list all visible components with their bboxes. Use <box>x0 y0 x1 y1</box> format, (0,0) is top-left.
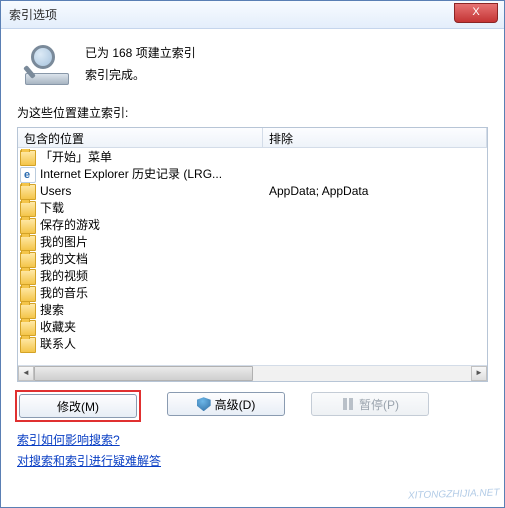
scroll-track[interactable] <box>34 366 471 381</box>
status-line1: 已为 168 项建立索引 <box>85 43 196 65</box>
close-icon: X <box>472 6 479 18</box>
list-item[interactable]: 收藏夹 <box>20 319 485 336</box>
folder-icon <box>20 184 36 200</box>
item-name: 收藏夹 <box>40 319 76 336</box>
button-row: 修改(M) 高级(D) 暂停(P) <box>17 392 488 422</box>
status-row: 已为 168 项建立索引 索引完成。 <box>17 41 488 86</box>
list-item[interactable]: Users AppData; AppData <box>20 183 485 200</box>
horizontal-scrollbar[interactable]: ◄ ► <box>18 365 487 381</box>
list-item[interactable]: 我的音乐 <box>20 285 485 302</box>
list-body[interactable]: 「开始」菜单Internet Explorer 历史记录 (LRG...User… <box>18 148 487 365</box>
shield-icon <box>197 397 211 411</box>
link-how-affects-search[interactable]: 索引如何影响搜索? <box>17 433 120 447</box>
scroll-left-button[interactable]: ◄ <box>18 366 34 381</box>
indexing-icon <box>25 45 69 85</box>
list-item[interactable]: 我的文档 <box>20 251 485 268</box>
folder-icon <box>20 218 36 234</box>
item-name: 保存的游戏 <box>40 217 100 234</box>
locations-label: 为这些位置建立索引: <box>17 104 488 121</box>
folder-icon <box>20 286 36 302</box>
list-item[interactable]: 联系人 <box>20 336 485 353</box>
item-name: Users <box>40 183 71 200</box>
titlebar: 索引选项 X <box>1 1 504 29</box>
content-area: 已为 168 项建立索引 索引完成。 为这些位置建立索引: 包含的位置 排除 「… <box>1 29 504 507</box>
list-item[interactable]: 下载 <box>20 200 485 217</box>
item-name: 「开始」菜单 <box>40 149 112 166</box>
window-title: 索引选项 <box>9 6 57 23</box>
link-troubleshoot[interactable]: 对搜索和索引进行疑难解答 <box>17 454 161 468</box>
help-links: 索引如何影响搜索? 对搜索和索引进行疑难解答 <box>17 430 488 471</box>
pause-icon <box>341 397 355 411</box>
list-item[interactable]: 保存的游戏 <box>20 217 485 234</box>
folder-icon <box>20 252 36 268</box>
pause-button: 暂停(P) <box>311 392 429 416</box>
highlight-box: 修改(M) <box>15 390 141 422</box>
status-text: 已为 168 项建立索引 索引完成。 <box>85 41 196 86</box>
folder-icon <box>20 201 36 217</box>
item-name: 我的文档 <box>40 251 88 268</box>
modify-button[interactable]: 修改(M) <box>19 394 137 418</box>
status-line2: 索引完成。 <box>85 65 196 87</box>
item-name: 我的音乐 <box>40 285 88 302</box>
item-name: 我的图片 <box>40 234 88 251</box>
item-exclude: AppData; AppData <box>263 183 485 200</box>
list-item[interactable]: 「开始」菜单 <box>20 149 485 166</box>
list-header: 包含的位置 排除 <box>18 128 487 148</box>
modify-label: 修改(M) <box>57 398 99 415</box>
folder-icon <box>20 235 36 251</box>
folder-icon <box>20 337 36 353</box>
locations-list: 包含的位置 排除 「开始」菜单Internet Explorer 历史记录 (L… <box>17 127 488 382</box>
scroll-thumb[interactable] <box>34 366 253 381</box>
item-name: 联系人 <box>40 336 76 353</box>
list-item[interactable]: 搜索 <box>20 302 485 319</box>
folder-icon <box>20 150 36 166</box>
item-name: 下载 <box>40 200 64 217</box>
scroll-right-button[interactable]: ► <box>471 366 487 381</box>
item-name: 搜索 <box>40 302 64 319</box>
folder-icon <box>20 320 36 336</box>
item-name: 我的视频 <box>40 268 88 285</box>
folder-icon <box>20 269 36 285</box>
advanced-button[interactable]: 高级(D) <box>167 392 285 416</box>
item-name: Internet Explorer 历史记录 (LRG... <box>40 166 222 183</box>
pause-label: 暂停(P) <box>359 396 399 413</box>
advanced-label: 高级(D) <box>215 396 256 413</box>
column-included[interactable]: 包含的位置 <box>18 128 263 147</box>
list-item[interactable]: 我的视频 <box>20 268 485 285</box>
list-item[interactable]: 我的图片 <box>20 234 485 251</box>
folder-icon <box>20 303 36 319</box>
indexing-options-window: 索引选项 X 已为 168 项建立索引 索引完成。 为这些位置建立索引: 包含的… <box>0 0 505 508</box>
ie-icon <box>20 167 36 183</box>
close-button[interactable]: X <box>454 3 498 23</box>
column-excluded[interactable]: 排除 <box>263 128 487 147</box>
list-item[interactable]: Internet Explorer 历史记录 (LRG... <box>20 166 485 183</box>
